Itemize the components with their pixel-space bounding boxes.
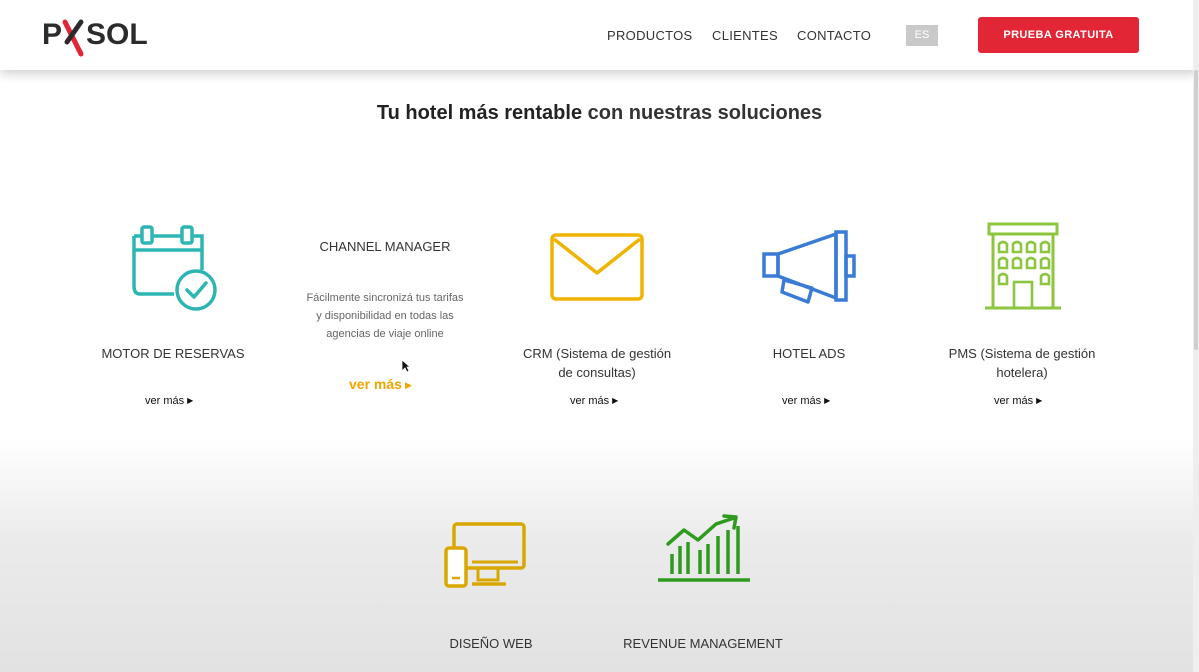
product-title: PMS (Sistema de gestión hotelera) bbox=[948, 346, 1096, 380]
language-selector[interactable]: ES bbox=[906, 25, 938, 46]
mouse-cursor-icon bbox=[401, 359, 412, 378]
nav-productos[interactable]: PRODUCTOS bbox=[607, 28, 693, 43]
scrollbar-thumb[interactable] bbox=[1194, 70, 1198, 350]
envelope-icon bbox=[550, 233, 644, 308]
scrollbar[interactable] bbox=[1193, 0, 1199, 672]
nav-clientes[interactable]: CLIENTES bbox=[712, 28, 778, 43]
building-icon bbox=[985, 222, 1061, 317]
megaphone-icon bbox=[762, 230, 858, 311]
product-title: HOTEL ADS bbox=[772, 346, 846, 361]
product-title: DISEÑO WEB bbox=[449, 636, 533, 651]
svg-text:P: P bbox=[42, 18, 62, 51]
pxsol-logo[interactable]: P SOL bbox=[42, 14, 152, 58]
headline-rest: con nuestras soluciones bbox=[587, 102, 823, 124]
ver-mas-link[interactable]: ver más ▶ bbox=[570, 395, 618, 407]
product-title: CHANNEL MANAGER bbox=[319, 239, 451, 254]
nav-contacto[interactable]: CONTACTO bbox=[797, 28, 871, 43]
growth-chart-icon bbox=[656, 514, 752, 589]
devices-icon bbox=[444, 522, 528, 595]
svg-text:SOL: SOL bbox=[86, 18, 148, 51]
section-headline: Tu hotel más rentable con nuestras soluc… bbox=[0, 102, 1199, 125]
site-header: P SOL PRODUCTOS CLIENTES CONTACTO ES PRU… bbox=[0, 0, 1199, 70]
free-trial-button[interactable]: PRUEBA GRATUITA bbox=[978, 17, 1139, 53]
calendar-check-icon bbox=[128, 224, 220, 319]
product-title: REVENUE MANAGEMENT bbox=[623, 636, 783, 651]
headline-bold: Tu hotel más rentable bbox=[376, 102, 583, 124]
product-title: MOTOR DE RESERVAS bbox=[101, 346, 245, 361]
ver-mas-link[interactable]: ver más ▶ bbox=[145, 395, 193, 407]
product-title: CRM (Sistema de gestión de consultas) bbox=[522, 346, 672, 380]
product-description: Fácilmente sincronizá tus tarifas y disp… bbox=[306, 292, 464, 340]
ver-mas-link[interactable]: ver más ▶ bbox=[782, 395, 830, 407]
ver-mas-link[interactable]: ver más ▶ bbox=[349, 376, 412, 392]
ver-mas-link[interactable]: ver más ▶ bbox=[994, 395, 1042, 407]
